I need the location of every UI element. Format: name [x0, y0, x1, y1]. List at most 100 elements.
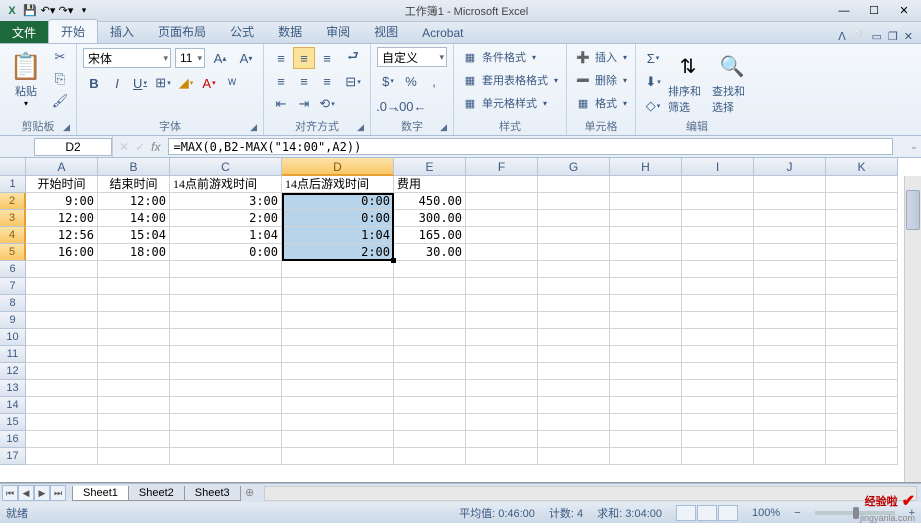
cell[interactable]: 0:00 — [170, 244, 282, 261]
cell[interactable] — [466, 363, 538, 380]
cell[interactable] — [394, 261, 466, 278]
cell[interactable] — [466, 193, 538, 210]
cell[interactable] — [98, 380, 170, 397]
cell[interactable] — [610, 329, 682, 346]
cell[interactable] — [682, 448, 754, 465]
row-header[interactable]: 11 — [0, 346, 26, 363]
col-header-b[interactable]: B — [98, 158, 170, 176]
cell[interactable] — [98, 346, 170, 363]
sheet-last-icon[interactable]: ⏭ — [50, 485, 66, 501]
cell[interactable] — [682, 346, 754, 363]
cell[interactable] — [610, 261, 682, 278]
cell[interactable] — [466, 244, 538, 261]
col-header-c[interactable]: C — [170, 158, 282, 176]
delete-cells-button[interactable]: ➖删除 — [573, 70, 629, 90]
col-header-f[interactable]: F — [466, 158, 538, 176]
cell[interactable]: 12:00 — [98, 193, 170, 210]
cell[interactable] — [98, 261, 170, 278]
cells-area[interactable]: 开始时间结束时间14点前游戏时间14点后游戏时间费用9:0012:003:000… — [26, 176, 898, 465]
cell[interactable] — [170, 346, 282, 363]
cell[interactable] — [98, 397, 170, 414]
cell[interactable] — [610, 244, 682, 261]
copy-icon[interactable]: ⎘ — [50, 69, 70, 89]
cell[interactable] — [826, 397, 898, 414]
cell[interactable] — [26, 346, 98, 363]
cell[interactable] — [610, 312, 682, 329]
shrink-font-icon[interactable]: A▾ — [235, 47, 257, 69]
cell[interactable] — [466, 397, 538, 414]
cell[interactable] — [394, 329, 466, 346]
cell[interactable] — [610, 193, 682, 210]
enter-formula-icon[interactable]: ✓ — [135, 140, 145, 154]
comma-format-icon[interactable]: , — [423, 70, 445, 92]
select-all-corner[interactable] — [0, 158, 26, 176]
cell[interactable] — [754, 312, 826, 329]
row-header[interactable]: 12 — [0, 363, 26, 380]
cell[interactable] — [394, 431, 466, 448]
cell[interactable] — [682, 414, 754, 431]
cell[interactable] — [754, 431, 826, 448]
phonetic-button[interactable]: ᵂ — [221, 72, 243, 94]
cell[interactable] — [754, 261, 826, 278]
increase-indent-icon[interactable]: ⇥ — [293, 93, 315, 115]
cell[interactable] — [826, 448, 898, 465]
cell[interactable] — [282, 295, 394, 312]
cell[interactable] — [170, 397, 282, 414]
cell[interactable]: 30.00 — [394, 244, 466, 261]
maximize-button[interactable]: ☐ — [867, 4, 881, 18]
cell[interactable]: 12:56 — [26, 227, 98, 244]
cell[interactable] — [26, 363, 98, 380]
zoom-level[interactable]: 100% — [752, 507, 780, 519]
cell[interactable] — [538, 278, 610, 295]
file-tab[interactable]: 文件 — [0, 21, 48, 43]
col-header-a[interactable]: A — [26, 158, 98, 176]
minimize-ribbon-icon[interactable]: ᐱ — [838, 30, 846, 43]
cell[interactable] — [754, 346, 826, 363]
font-dialog-icon[interactable]: ◢ — [250, 122, 257, 133]
cell[interactable] — [538, 346, 610, 363]
wrap-text-icon[interactable]: ⮐ — [342, 47, 364, 69]
cell[interactable]: 14点前游戏时间 — [170, 176, 282, 193]
cell[interactable]: 2:00 — [170, 210, 282, 227]
border-button[interactable]: ⊞ — [152, 72, 174, 94]
clear-icon[interactable]: ◇ — [642, 95, 664, 117]
cell[interactable] — [682, 363, 754, 380]
cell[interactable] — [826, 193, 898, 210]
qat-more-icon[interactable]: ▾ — [76, 3, 92, 19]
cell[interactable] — [610, 227, 682, 244]
clipboard-dialog-icon[interactable]: ◢ — [63, 122, 70, 133]
cell[interactable] — [26, 295, 98, 312]
autosum-icon[interactable]: Σ — [642, 47, 664, 69]
fx-icon[interactable]: fx — [151, 140, 160, 154]
row-header[interactable]: 13 — [0, 380, 26, 397]
cell[interactable] — [538, 431, 610, 448]
cell[interactable] — [610, 414, 682, 431]
cell[interactable] — [170, 261, 282, 278]
vertical-scrollbar[interactable] — [904, 176, 921, 482]
cell[interactable]: 14:00 — [98, 210, 170, 227]
paste-button[interactable]: 📋 粘贴 ▾ — [6, 47, 46, 108]
cell[interactable] — [610, 431, 682, 448]
cell[interactable] — [682, 227, 754, 244]
fill-icon[interactable]: ⬇ — [642, 71, 664, 93]
cell[interactable] — [754, 210, 826, 227]
cell[interactable] — [610, 397, 682, 414]
col-header-d[interactable]: D — [282, 158, 394, 176]
cell[interactable]: 开始时间 — [26, 176, 98, 193]
redo-icon[interactable]: ↷▾ — [58, 3, 74, 19]
cell[interactable] — [98, 363, 170, 380]
number-format-combo[interactable]: 自定义 — [377, 47, 447, 67]
cell[interactable] — [282, 312, 394, 329]
cell[interactable] — [610, 380, 682, 397]
cell[interactable] — [170, 431, 282, 448]
sheet-prev-icon[interactable]: ◀ — [18, 485, 34, 501]
cell[interactable] — [466, 312, 538, 329]
cell[interactable] — [98, 312, 170, 329]
cell[interactable] — [466, 380, 538, 397]
cell[interactable]: 16:00 — [26, 244, 98, 261]
tab-page-layout[interactable]: 页面布局 — [146, 20, 218, 43]
cell[interactable] — [394, 295, 466, 312]
cell[interactable] — [26, 261, 98, 278]
row-header[interactable]: 17 — [0, 448, 26, 465]
col-header-h[interactable]: H — [610, 158, 682, 176]
